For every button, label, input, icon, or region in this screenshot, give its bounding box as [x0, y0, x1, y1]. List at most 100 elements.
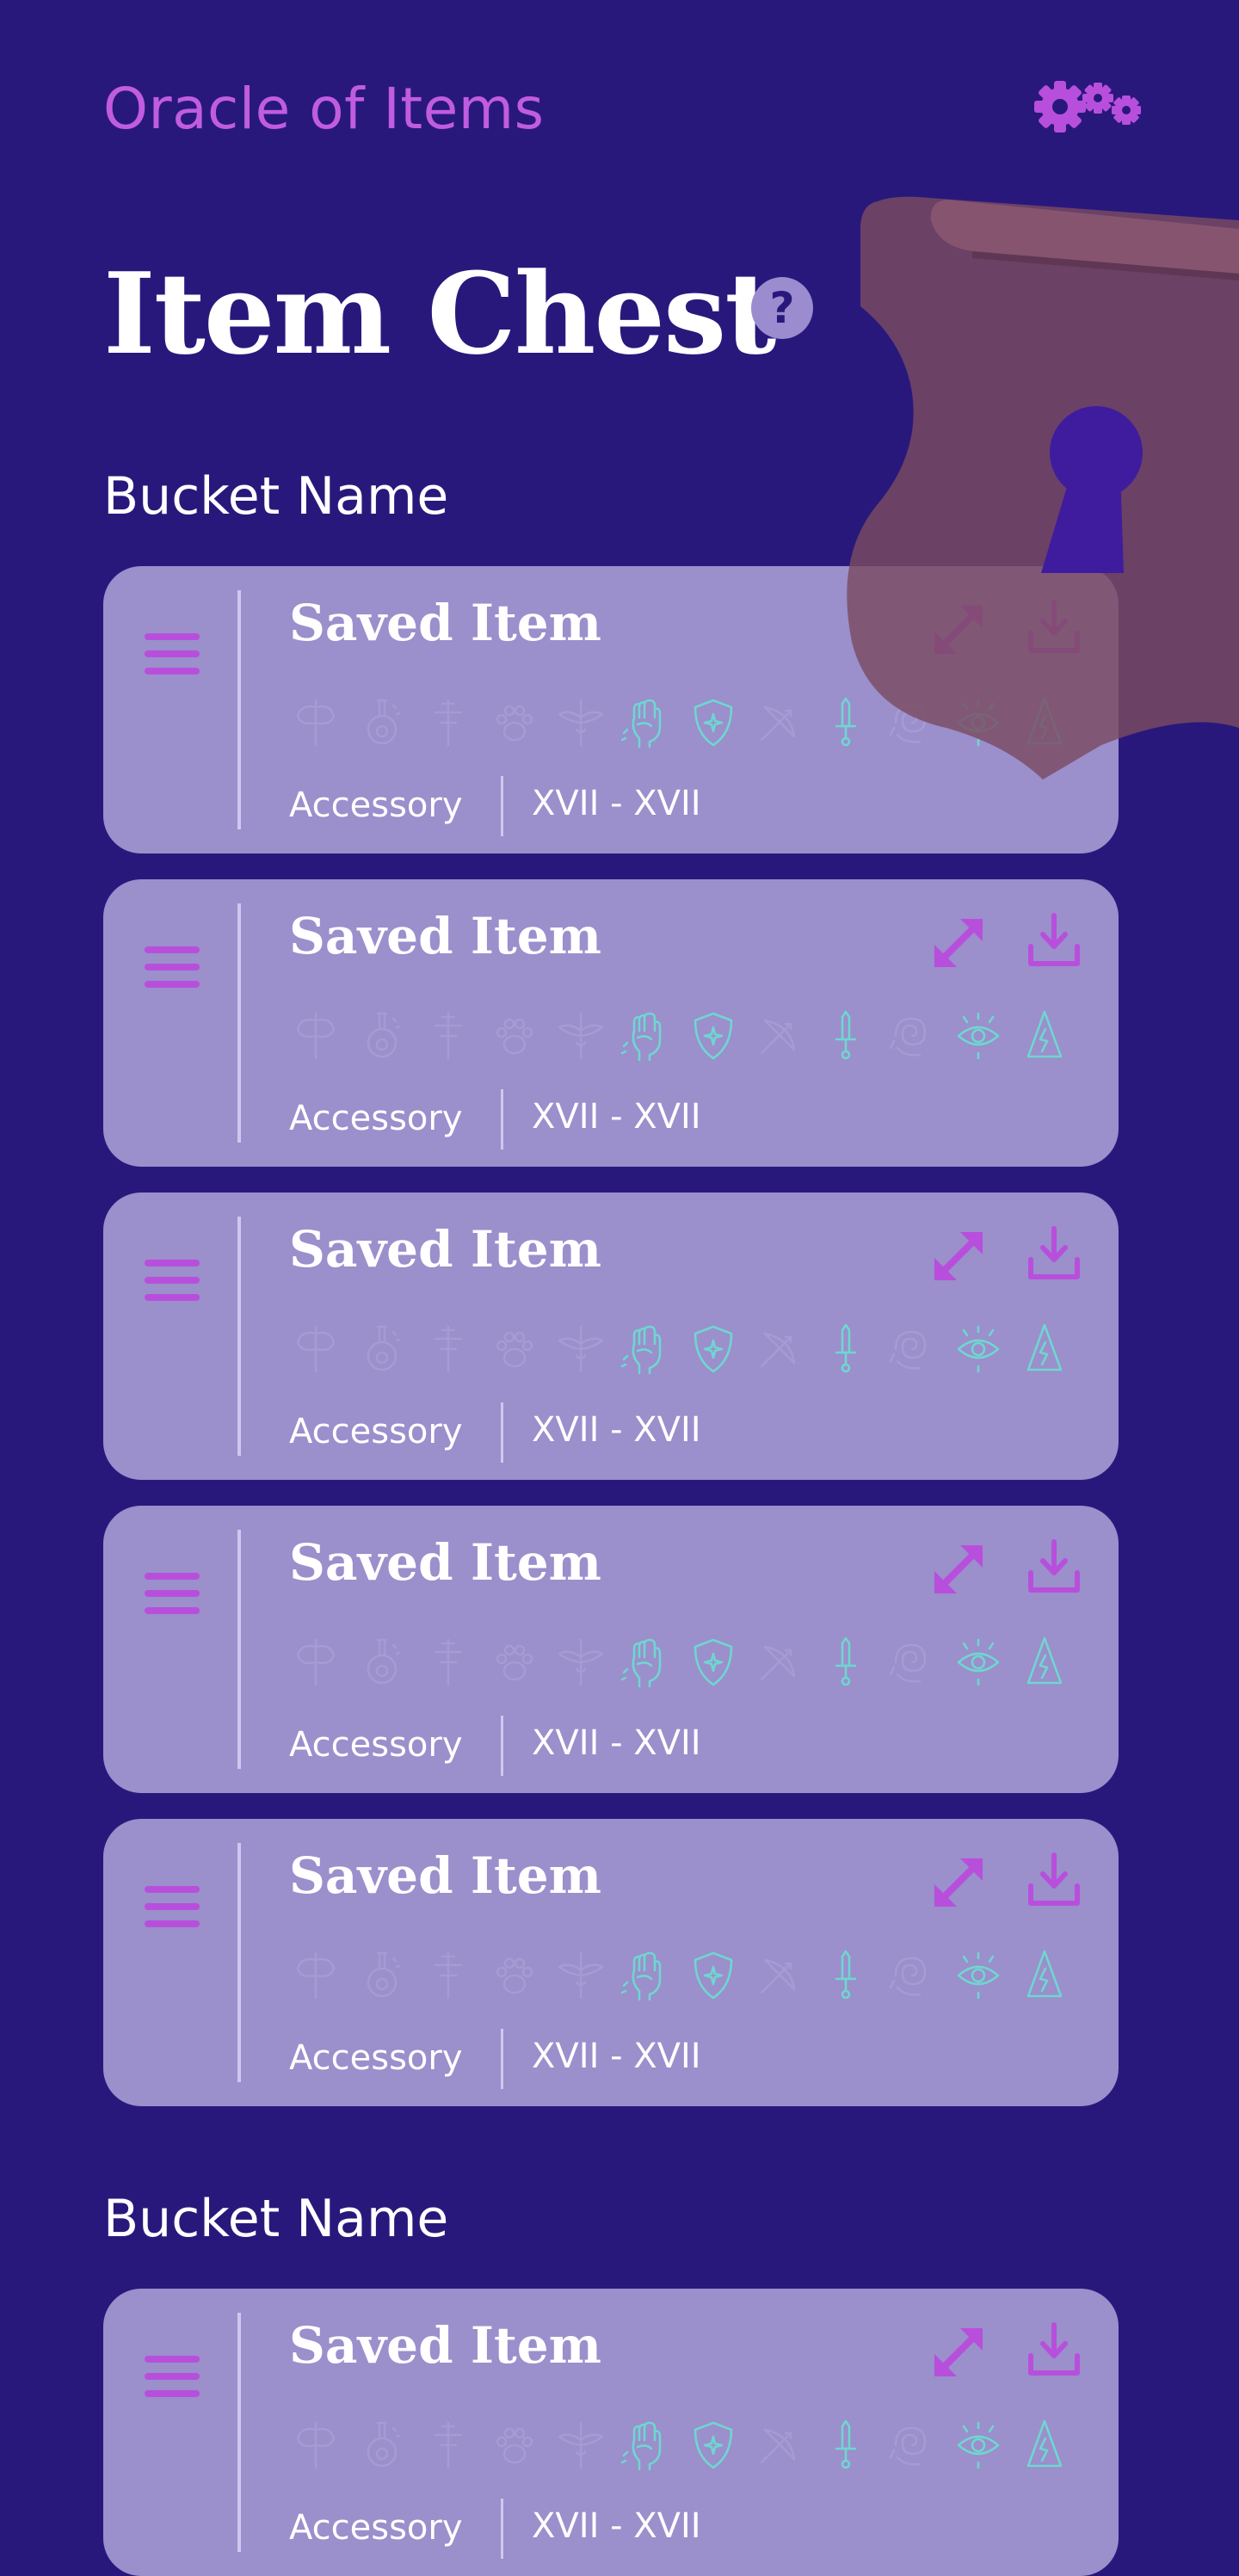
drag-handle-icon[interactable] [145, 633, 200, 688]
saved-item-card[interactable]: Saved Item Accessory XVII - XVII [103, 1819, 1119, 2106]
divider [501, 1716, 503, 1776]
wizard-hat-icon [1018, 2418, 1071, 2471]
axe-icon [289, 2418, 342, 2471]
winged-staff-icon [554, 1635, 607, 1688]
download-icon[interactable] [1026, 1538, 1082, 1595]
spiral-icon [885, 1008, 939, 1062]
dagger-icon [819, 1008, 872, 1062]
dagger-icon [819, 1635, 872, 1688]
spiral-icon [885, 1948, 939, 2001]
dagger-icon [819, 1322, 872, 1375]
saved-item-card[interactable]: Saved Item Accessory XVII - XVII [103, 2289, 1119, 2576]
cross-icon [422, 1322, 475, 1375]
winged-staff-icon [554, 1322, 607, 1375]
attribute-icons [289, 1635, 1119, 1692]
saved-item-card[interactable]: Saved Item Accessory XVII - XVII [103, 566, 1119, 854]
divider [237, 1843, 241, 2082]
divider [237, 590, 241, 829]
spiral-icon [885, 1635, 939, 1688]
expand-icon[interactable] [929, 914, 988, 972]
dagger-icon [819, 695, 872, 749]
potion-icon [355, 1322, 409, 1375]
cross-icon [422, 2418, 475, 2471]
axe-icon [289, 1948, 342, 2001]
wizard-hat-icon [1018, 1008, 1071, 1062]
saved-item-card[interactable]: Saved Item Accessory XVII - XVII [103, 879, 1119, 1167]
divider [501, 1089, 503, 1149]
shield-icon [687, 695, 740, 749]
fist-icon [620, 1008, 674, 1062]
attribute-icons [289, 2418, 1119, 2474]
attribute-icons [289, 1948, 1119, 2005]
item-range: XVII - XVII [532, 1097, 701, 1137]
fist-icon [620, 1322, 674, 1375]
winged-staff-icon [554, 2418, 607, 2471]
bow-icon [753, 1322, 806, 1375]
shield-icon [687, 1322, 740, 1375]
dagger-icon [819, 2418, 872, 2471]
divider [237, 1530, 241, 1769]
gears-icon[interactable] [1029, 76, 1146, 138]
paw-icon [488, 695, 541, 749]
drag-handle-icon[interactable] [145, 1260, 200, 1315]
potion-icon [355, 1635, 409, 1688]
eye-icon [952, 695, 1005, 749]
fist-icon [620, 695, 674, 749]
drag-handle-icon[interactable] [145, 2356, 200, 2411]
drag-handle-icon[interactable] [145, 1573, 200, 1628]
item-title: Saved Item [289, 594, 602, 652]
download-icon[interactable] [1026, 1852, 1082, 1908]
potion-icon [355, 2418, 409, 2471]
potion-icon [355, 695, 409, 749]
app-title: Oracle of Items [103, 76, 545, 142]
attribute-icons [289, 1008, 1119, 1065]
wizard-hat-icon [1018, 1948, 1071, 2001]
item-range: XVII - XVII [532, 2506, 701, 2546]
item-category: Accessory [289, 2508, 463, 2548]
drag-handle-icon[interactable] [145, 1886, 200, 1941]
item-range: XVII - XVII [532, 1410, 701, 1450]
cross-icon [422, 1948, 475, 2001]
saved-item-card[interactable]: Saved Item Accessory XVII - XVII [103, 1506, 1119, 1793]
download-icon[interactable] [1026, 912, 1082, 969]
download-icon[interactable] [1026, 599, 1082, 656]
divider [501, 2499, 503, 2559]
shield-icon [687, 2418, 740, 2471]
paw-icon [488, 1635, 541, 1688]
eye-icon [952, 2418, 1005, 2471]
divider [237, 1217, 241, 1456]
download-icon[interactable] [1026, 1225, 1082, 1282]
winged-staff-icon [554, 695, 607, 749]
expand-icon[interactable] [929, 601, 988, 659]
winged-staff-icon [554, 1948, 607, 2001]
paw-icon [488, 1948, 541, 2001]
help-icon[interactable]: ? [751, 277, 813, 339]
expand-icon[interactable] [929, 1227, 988, 1285]
axe-icon [289, 695, 342, 749]
shield-icon [687, 1635, 740, 1688]
item-title: Saved Item [289, 907, 602, 965]
shield-icon [687, 1008, 740, 1062]
shield-icon [687, 1948, 740, 2001]
page-title: Item Chest [103, 248, 776, 379]
eye-icon [952, 1322, 1005, 1375]
potion-icon [355, 1008, 409, 1062]
item-range: XVII - XVII [532, 1723, 701, 1763]
potion-icon [355, 1948, 409, 2001]
wizard-hat-icon [1018, 1322, 1071, 1375]
cross-icon [422, 695, 475, 749]
expand-icon[interactable] [929, 2323, 988, 2382]
item-title: Saved Item [289, 2316, 602, 2375]
item-range: XVII - XVII [532, 2037, 701, 2076]
expand-icon[interactable] [929, 1853, 988, 1912]
cross-icon [422, 1008, 475, 1062]
eye-icon [952, 1948, 1005, 2001]
download-icon[interactable] [1026, 2321, 1082, 2378]
bow-icon [753, 1948, 806, 2001]
eye-icon [952, 1635, 1005, 1688]
fist-icon [620, 1948, 674, 2001]
expand-icon[interactable] [929, 1540, 988, 1599]
saved-item-card[interactable]: Saved Item Accessory XVII - XVII [103, 1192, 1119, 1480]
divider [501, 776, 503, 836]
drag-handle-icon[interactable] [145, 946, 200, 1001]
